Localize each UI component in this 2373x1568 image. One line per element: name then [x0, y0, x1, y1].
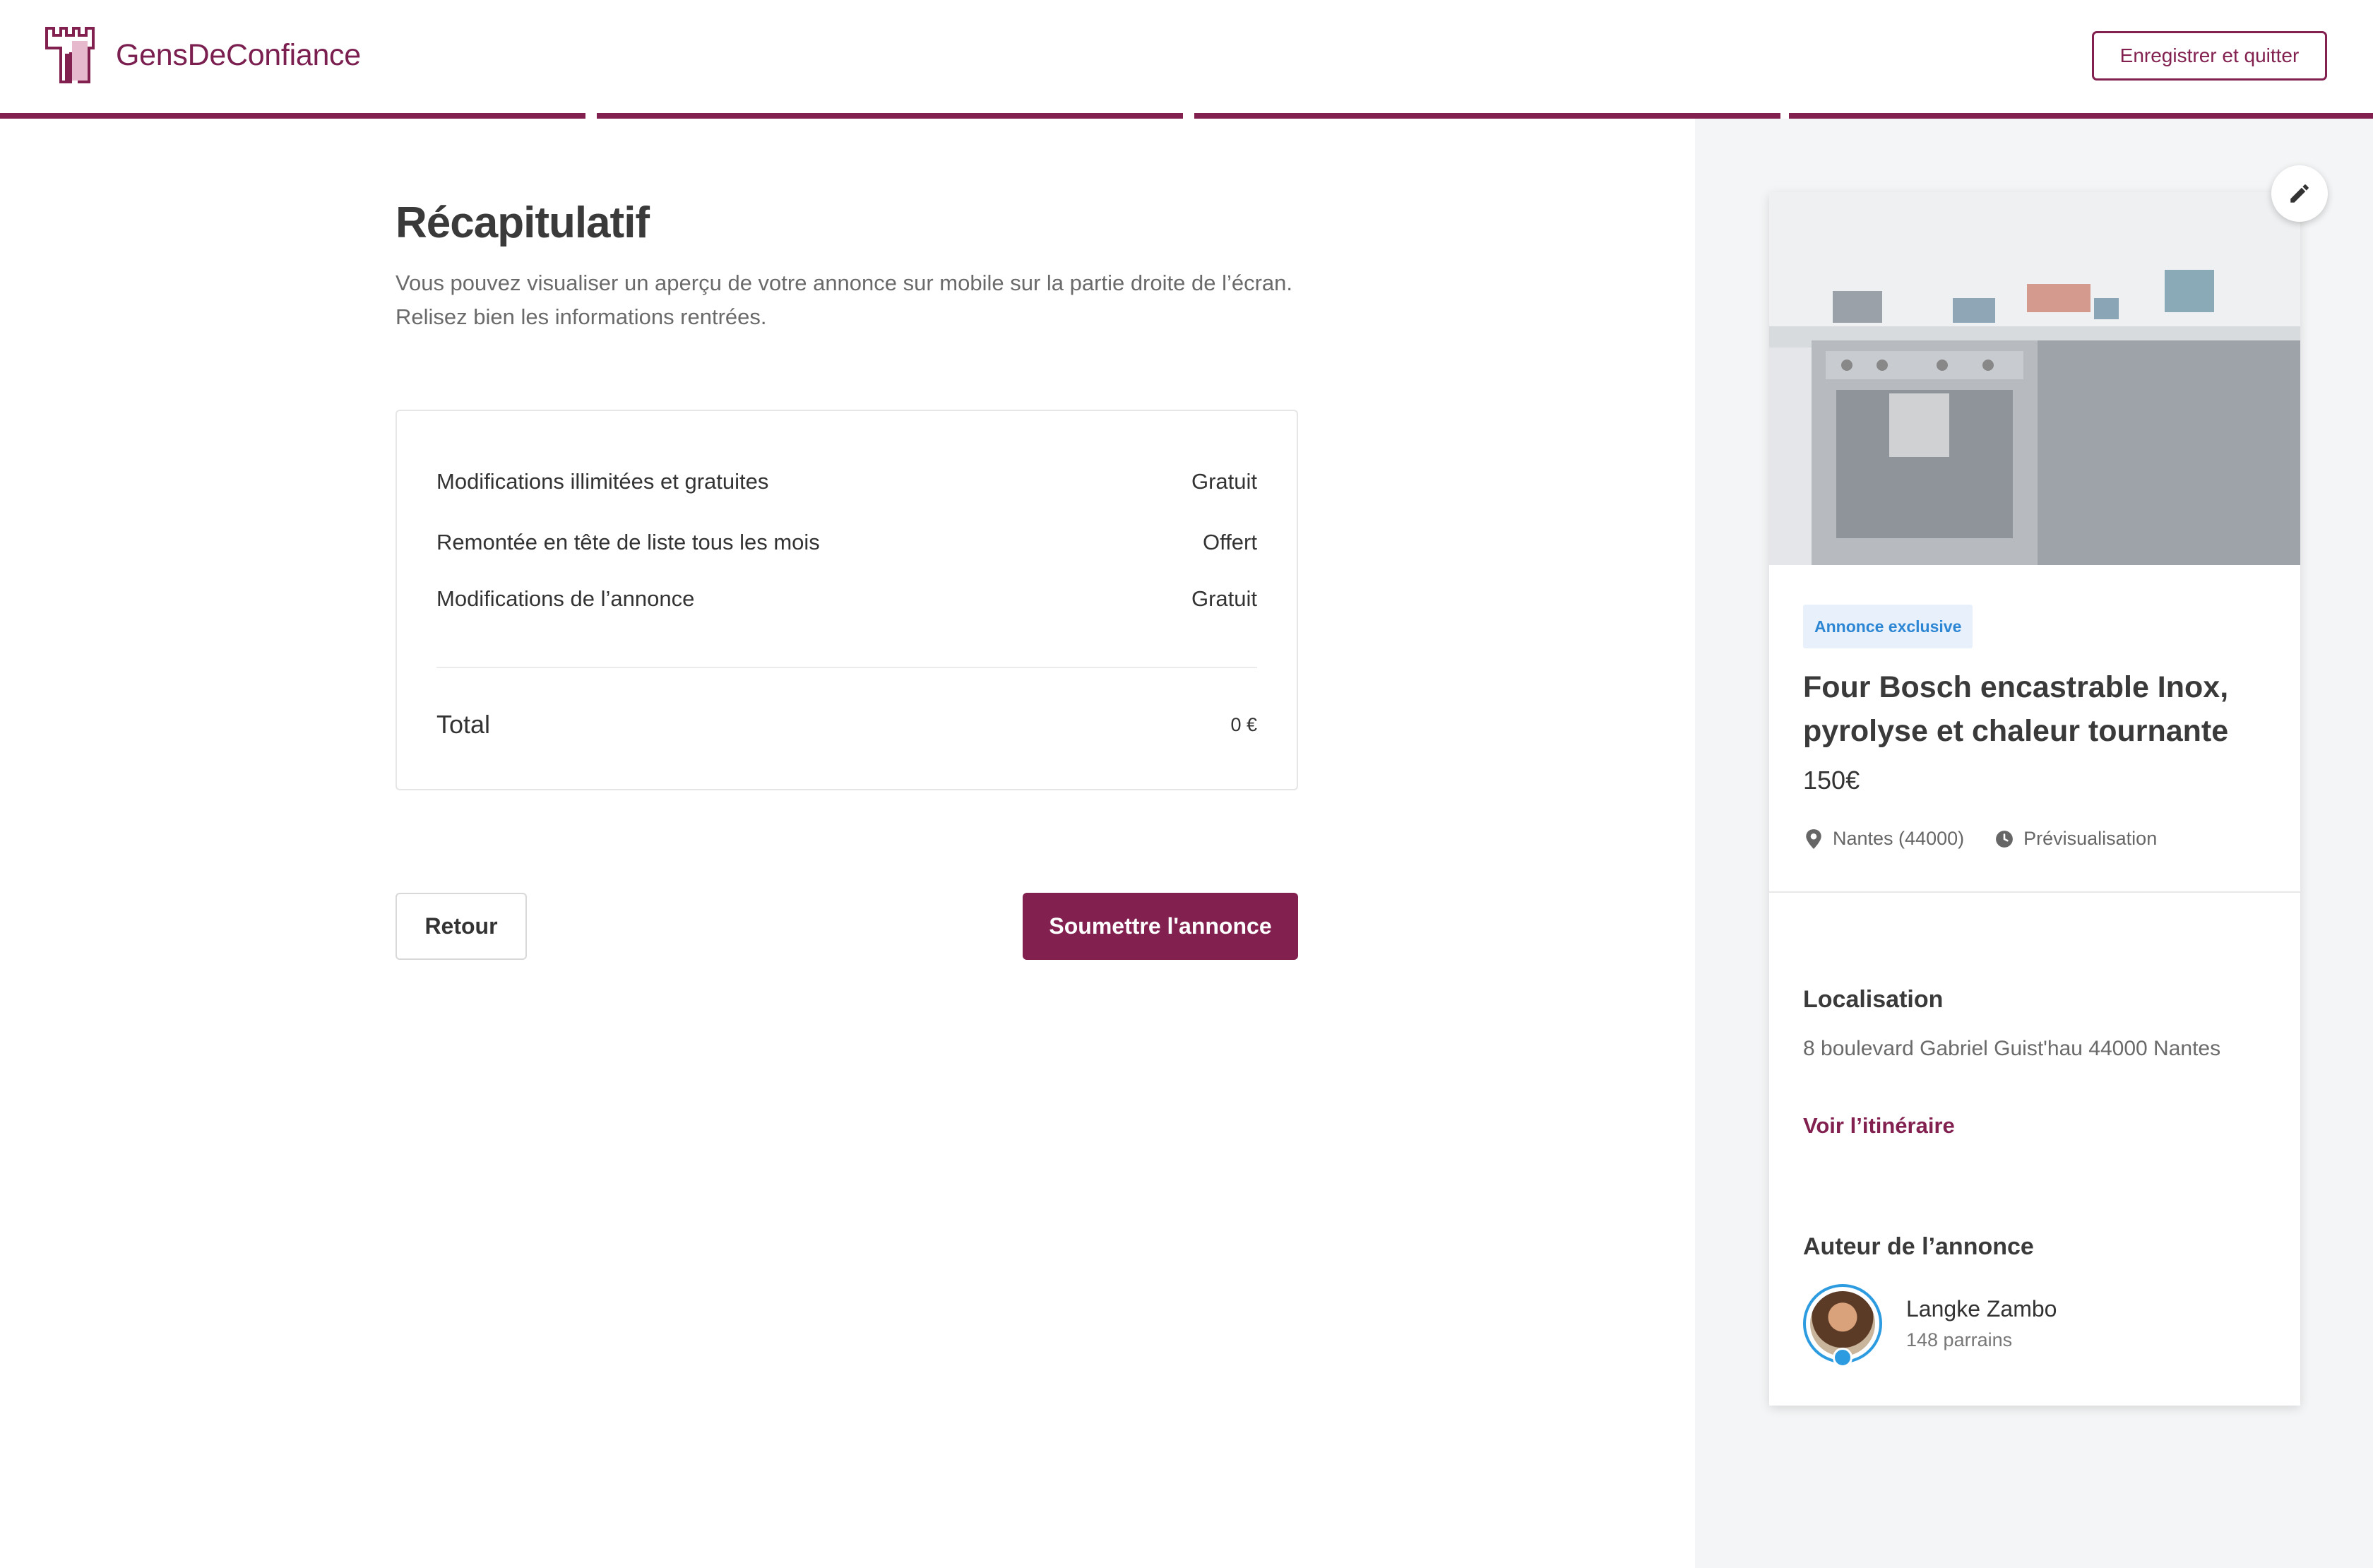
avatar: [1803, 1284, 1882, 1367]
logo[interactable]: GensDeConfiance: [44, 25, 361, 85]
save-and-quit-button[interactable]: Enregistrer et quitter: [2092, 31, 2327, 81]
progress-step-2: [597, 113, 1183, 119]
total-label: Total: [436, 710, 491, 739]
summary-row-label: Modifications de l’annonce: [436, 586, 695, 611]
page-subtitle: Vous pouvez visualiser un aperçu de votr…: [396, 271, 1293, 329]
time-meta: Prévisualisation: [1995, 828, 2157, 850]
listing-meta: Nantes (44000) Prévisualisation: [1804, 828, 2188, 850]
author-sponsors: 148 parrains: [1906, 1329, 2013, 1350]
listing-price: 150€: [1803, 766, 1860, 795]
map-pin-icon: [1806, 828, 1821, 849]
author-name: Langke Zambo: [1906, 1296, 2057, 1321]
back-button[interactable]: Retour: [396, 893, 527, 960]
location-meta: Nantes (44000): [1804, 828, 1964, 850]
summary-row: Modifications de l’annonce Gratuit: [436, 586, 1257, 612]
summary-row-label: Remontée en tête de liste tous les mois: [436, 530, 820, 554]
progress-step-3: [1194, 113, 1780, 119]
total-value: 0 €: [1230, 713, 1257, 735]
itinerary-link[interactable]: Voir l’itinéraire: [1803, 1113, 1955, 1139]
edit-preview-button[interactable]: [2271, 165, 2328, 222]
main-content: Récapitulatif Vous pouvez visualiser un …: [396, 198, 1300, 334]
mobile-preview-card: Annonce exclusive Four Bosch encastrable…: [1769, 192, 2300, 1406]
clock-icon: [1996, 830, 2014, 848]
castle-logo-icon: [44, 27, 99, 83]
summary-card: Modifications illimitées et gratuites Gr…: [396, 410, 1298, 790]
verified-badge-icon: [1833, 1348, 1852, 1367]
author-block[interactable]: Langke Zambo 148 parrains: [1803, 1284, 2057, 1367]
pencil-icon: [2290, 184, 2309, 203]
summary-row-value: Offert: [1203, 530, 1257, 554]
top-header: GensDeConfiance Enregistrer et quitter: [0, 0, 2373, 113]
brand-name: GensDeConfiance: [116, 37, 361, 72]
summary-row-label: Modifications illimitées et gratuites: [436, 469, 769, 494]
summary-total: Total 0 €: [436, 710, 1257, 740]
summary-row-value: Gratuit: [1191, 586, 1257, 611]
location-text: Nantes (44000): [1833, 828, 1965, 849]
time-text: Prévisualisation: [2023, 828, 2158, 849]
summary-row: Modifications illimitées et gratuites Gr…: [436, 469, 1257, 494]
summary-row-value: Gratuit: [1191, 469, 1257, 494]
card-divider: [1769, 891, 2300, 893]
summary-row: Remontée en tête de liste tous les mois …: [436, 530, 1257, 555]
progress-step-4: [1789, 113, 2373, 119]
exclusive-badge: Annonce exclusive: [1803, 605, 1973, 648]
address-text: 8 boulevard Gabriel Guist'hau 44000 Nant…: [1803, 1037, 2221, 1060]
progress-step-1: [0, 113, 585, 119]
localisation-title: Localisation: [1803, 986, 1944, 1013]
author-title: Auteur de l’annonce: [1803, 1233, 2034, 1260]
page-title: Récapitulatif: [396, 198, 650, 247]
progress-bar: [0, 113, 2373, 119]
submit-listing-button[interactable]: Soumettre l'annonce: [1023, 893, 1298, 960]
listing-title: Four Bosch encastrable Inox, pyrolyse et…: [1803, 670, 2229, 748]
listing-photo: [1769, 192, 2300, 565]
summary-divider: [436, 667, 1257, 668]
